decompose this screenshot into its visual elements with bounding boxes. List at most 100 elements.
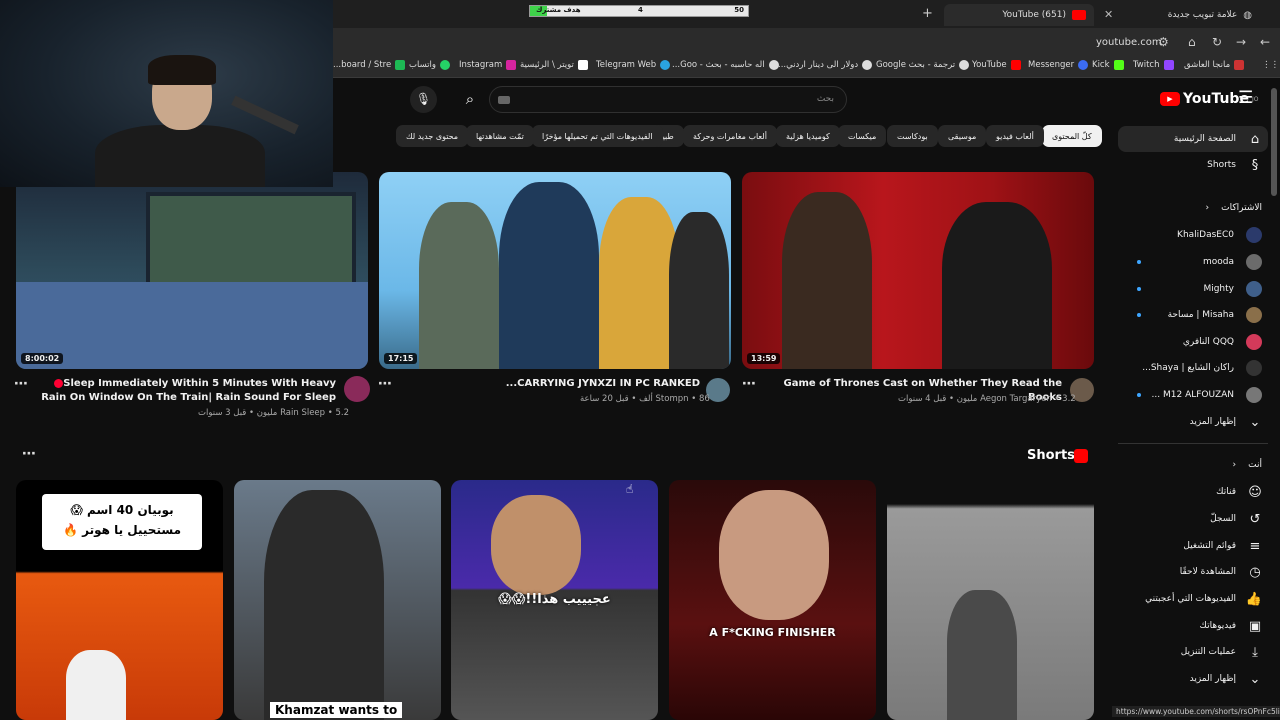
person-figure — [947, 590, 1017, 720]
google-icon — [862, 60, 873, 70]
bookmark-item[interactable]: اله حاسبه - بحث - Goo... — [672, 60, 779, 70]
home-nav-icon[interactable]: ⌂ — [1188, 35, 1196, 49]
bookmark-item[interactable]: تويتر \ الرئيسية — [520, 60, 588, 70]
channel-name[interactable]: Stompn — [656, 394, 689, 404]
short-card[interactable]: عجيييب هذا!!😱😱 — [451, 480, 658, 720]
video-title[interactable]: Sleep Immediately Within 5 Minutes With … — [40, 377, 336, 405]
sidebar-item-home[interactable]: ⌂ الصفحة الرئيسية — [1118, 126, 1268, 152]
subscriber-goal-bar: هدف مشترك 4 50 — [529, 5, 749, 17]
search-input[interactable]: بحث — [489, 86, 847, 113]
sidebar-item-your-channel[interactable]: ☺ قناتك — [1118, 480, 1268, 504]
new-tab-button[interactable]: + — [922, 6, 933, 21]
video-title[interactable]: CARRYING JYNXZI IN PC RANKED... — [410, 377, 700, 391]
back-icon[interactable]: ← — [1260, 35, 1270, 49]
short-card[interactable]: Khamzat wants to — [234, 480, 441, 720]
sidebar-item-label: المشاهدة لاحقًا — [1179, 567, 1236, 577]
chip-video-games[interactable]: ألعاب فيديو — [986, 125, 1044, 147]
sidebar-item-liked[interactable]: 👍 الفيديوهات التي أعجبتني — [1118, 587, 1268, 611]
more-options-icon[interactable]: ⋯ — [14, 376, 28, 392]
sidebar-section-title: أنت — [1248, 460, 1262, 470]
channel-name[interactable]: Rain Sleep — [280, 408, 325, 418]
sidebar-subs-show-more[interactable]: ⌄ إظهار المزيد — [1118, 410, 1268, 434]
chip-action-games[interactable]: ألعاب مغامرات وحركة — [683, 125, 777, 147]
sidebar-item-subscription[interactable]: KhaliDasEC0 — [1118, 223, 1268, 247]
short-caption: عجيييب هذا!!😱😱 — [498, 592, 611, 607]
video-meta: Rain Sleep • 5.2 مليون • قبل 3 سنوات — [198, 408, 350, 418]
video-meta: Aegon Targaryen • 3.2 مليون • قبل 4 سنوا… — [898, 394, 1076, 404]
bookmark-item[interactable]: Instagram — [459, 60, 517, 70]
chip-recently-uploaded[interactable]: الفيديوهات التي تم تحميلها مؤخرًا — [532, 125, 663, 147]
bookmark-item[interactable]: مانجا العاشق — [1184, 60, 1245, 70]
voice-search-icon[interactable]: 🎙 — [410, 86, 437, 113]
tab-youtube[interactable]: (651) YouTube — [944, 4, 1094, 26]
sidebar-item-watch-later[interactable]: ◷ المشاهدة لاحقًا — [1118, 560, 1268, 584]
url-field[interactable]: youtube.com — [1096, 37, 1162, 48]
sidebar-subscriptions-header[interactable]: الاشتراكات ‹ — [1118, 196, 1268, 220]
sidebar-item-downloads[interactable]: ⤓ عمليات التنزيل — [1118, 640, 1268, 664]
bookmark-item[interactable]: واتساب — [409, 60, 451, 70]
sidebar-you-show-more[interactable]: ⌄ إظهار المزيد — [1118, 667, 1268, 691]
bookmark-label: Twitch — [1133, 60, 1160, 70]
more-options-icon[interactable]: ⋯ — [742, 376, 756, 392]
forward-icon[interactable]: → — [1236, 35, 1246, 49]
video-thumbnail[interactable]: 8:00:02 — [16, 172, 368, 369]
sidebar-item-label: راكان الشايع | Shaya... — [1142, 363, 1234, 373]
whatsapp-icon — [440, 60, 451, 70]
sidebar-divider — [1118, 443, 1268, 444]
bookmark-label: YouTube — [972, 60, 1007, 70]
search-icon[interactable]: ⌕ — [452, 86, 488, 113]
chip-comedy[interactable]: كوميديا هزلية — [776, 125, 840, 147]
person-figure — [599, 197, 679, 369]
bookmark-item[interactable]: ترجمة - بحث Google — [876, 60, 970, 70]
bookmark-label: مانجا العاشق — [1184, 60, 1231, 70]
sidebar-item-playlists[interactable]: ≡ قوائم التشغيل — [1118, 534, 1268, 558]
chip-new-to-you[interactable]: محتوى جديد لك — [396, 125, 469, 147]
twitch-icon — [1163, 60, 1174, 70]
sidebar-item-label: M12 ALFOUZAN ... — [1151, 390, 1234, 400]
tab-new-tab[interactable]: ◍ علامة تبويب جديدة — [1130, 4, 1260, 26]
sidebar-item-label: الصفحة الرئيسية — [1173, 134, 1236, 144]
tab-close-icon[interactable]: ✕ — [1104, 8, 1113, 21]
sidebar-scrollbar[interactable] — [1271, 88, 1277, 196]
chip-podcast[interactable]: بودكاست — [887, 125, 938, 147]
site-settings-icon[interactable]: ⚙ — [1158, 35, 1169, 49]
bookmarks-menu-icon[interactable]: ⋮⋮ — [1262, 60, 1279, 70]
bookmark-item[interactable]: Messenger — [1028, 60, 1089, 70]
bookmark-item[interactable]: Twitch — [1133, 60, 1174, 70]
train-window — [146, 192, 356, 292]
sidebar-item-label: فيديوهاتك — [1199, 621, 1236, 631]
youtube-logo[interactable]: ▶ YouTube JO — [1160, 91, 1258, 107]
short-card[interactable]: Khamzat wants to — [887, 480, 1094, 720]
bookmark-item[interactable]: YouTube — [972, 60, 1021, 70]
bookmark-item[interactable]: Telegram Web — [596, 60, 671, 70]
chip-all[interactable]: كلّ المحتوى — [1042, 125, 1102, 147]
video-thumbnail[interactable]: 17:15 — [379, 172, 731, 369]
history-icon: ↺ — [1249, 511, 1261, 527]
keyboard-icon[interactable] — [498, 96, 510, 104]
sidebar-item-shorts[interactable]: § Shorts — [1118, 153, 1268, 177]
chip-music[interactable]: موسيقى — [938, 125, 987, 147]
mouse-cursor-icon: ☝ — [626, 482, 634, 496]
channel-name[interactable]: Aegon Targaryen — [980, 394, 1052, 404]
upload-age: قبل 20 ساعة — [580, 394, 629, 404]
sidebar-you-header[interactable]: أنت ‹ — [1118, 453, 1268, 477]
bookmark-item[interactable]: دولار الى دينار اردني... — [778, 60, 873, 70]
chip-mixes[interactable]: ميكسات — [838, 125, 887, 147]
account-icon: ☺ — [1248, 484, 1262, 500]
bookmark-label: اله حاسبه - بحث - Goo... — [672, 60, 765, 70]
sidebar-item-subscription[interactable]: راكان الشايع | Shaya... — [1118, 356, 1268, 380]
short-card[interactable]: بوبيان 40 اسم 😱 مستحييل يا هوتر 🔥 — [16, 480, 223, 720]
messenger-icon — [1078, 60, 1089, 70]
bookmark-item[interactable]: Kick — [1092, 60, 1124, 70]
reload-icon[interactable]: ↻ — [1212, 35, 1222, 49]
bookmark-item[interactable]: board / Stre... — [333, 60, 406, 70]
sidebar-item-history[interactable]: ↺ السجلّ — [1118, 507, 1268, 531]
shorts-more-options-icon[interactable]: ⋯ — [22, 446, 36, 462]
short-card[interactable]: A F*CKING FINISHER — [669, 480, 876, 720]
video-thumbnail[interactable]: 13:59 — [742, 172, 1094, 369]
more-options-icon[interactable]: ⋯ — [378, 376, 392, 392]
sidebar-item-your-videos[interactable]: ▣ فيديوهاتك — [1118, 614, 1268, 638]
sidebar-item-subscription[interactable]: QQQ النافري — [1118, 330, 1268, 354]
channel-avatar[interactable] — [344, 376, 370, 402]
chip-watched[interactable]: تمّت مشاهدتها — [466, 125, 534, 147]
